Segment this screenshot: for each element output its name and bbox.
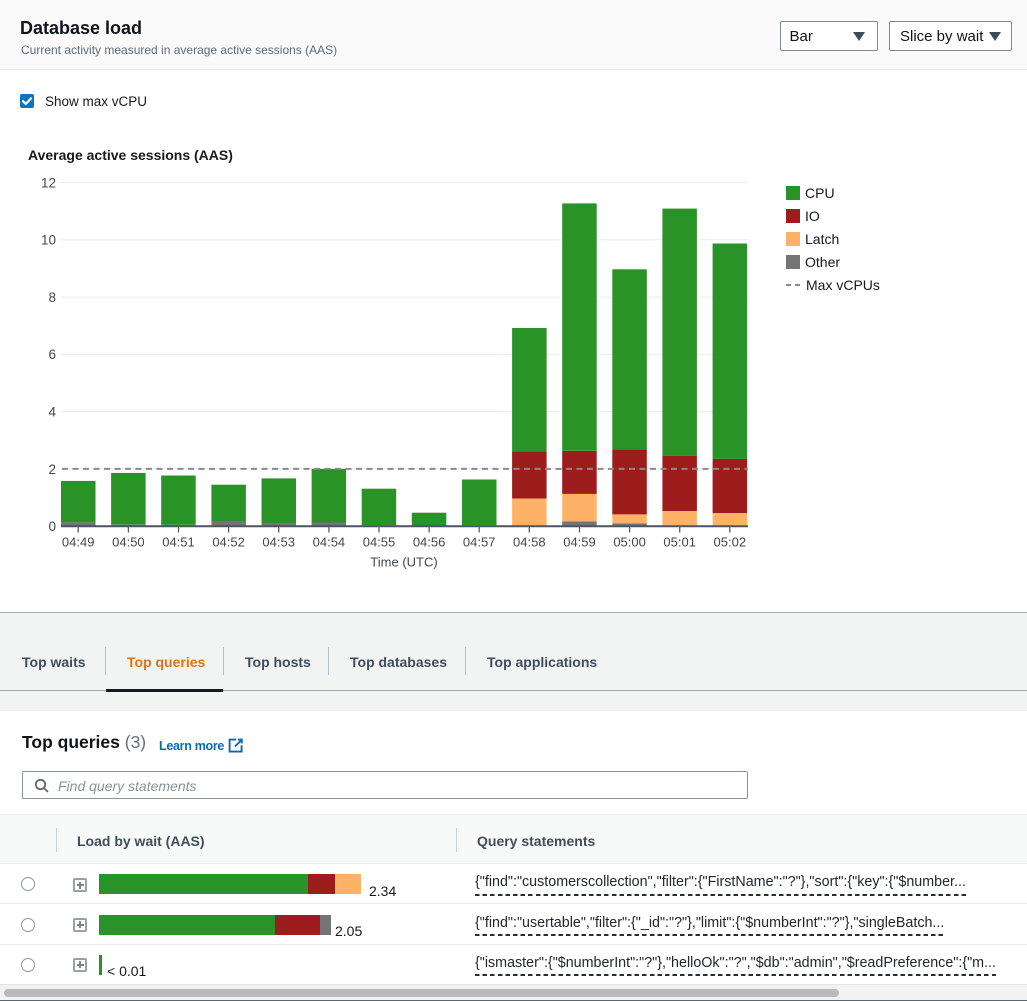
svg-text:04:53: 04:53	[262, 535, 295, 550]
svg-text:05:02: 05:02	[714, 535, 747, 550]
svg-text:04:51: 04:51	[162, 535, 195, 550]
svg-text:04:55: 04:55	[363, 535, 396, 550]
svg-text:04:54: 04:54	[313, 535, 346, 550]
svg-text:05:01: 05:01	[663, 535, 696, 550]
svg-text:4: 4	[48, 405, 56, 420]
svg-text:6: 6	[48, 347, 56, 362]
svg-text:05:00: 05:00	[613, 535, 646, 550]
svg-text:04:50: 04:50	[112, 535, 145, 550]
svg-text:04:52: 04:52	[212, 535, 245, 550]
svg-text:10: 10	[41, 233, 56, 248]
svg-text:04:56: 04:56	[413, 535, 446, 550]
svg-text:12: 12	[41, 175, 56, 190]
svg-text:04:57: 04:57	[463, 535, 496, 550]
svg-text:8: 8	[48, 290, 56, 305]
svg-text:04:58: 04:58	[513, 535, 546, 550]
svg-text:0: 0	[48, 519, 56, 534]
svg-text:2: 2	[48, 462, 56, 477]
svg-text:04:59: 04:59	[563, 535, 596, 550]
svg-text:Time (UTC): Time (UTC)	[370, 555, 437, 570]
svg-text:04:49: 04:49	[62, 535, 95, 550]
